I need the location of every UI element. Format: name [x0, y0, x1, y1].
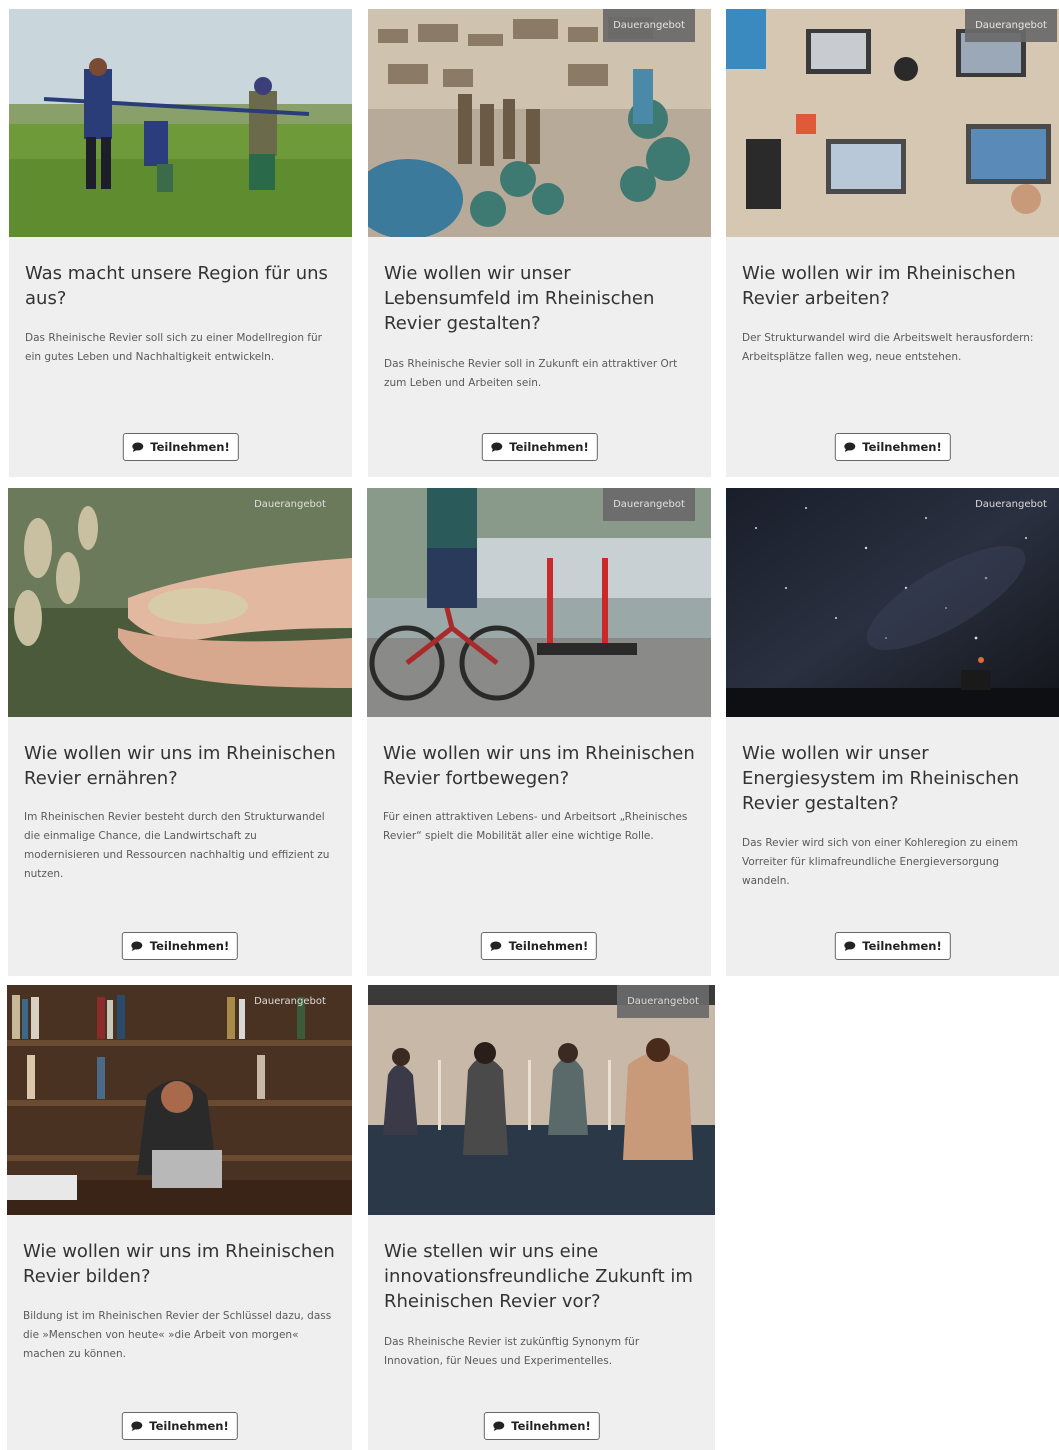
card-title: Was macht unsere Region für uns aus?: [25, 263, 328, 309]
card-region: Was macht unsere Region für uns aus? Das…: [9, 9, 352, 477]
card-title: Wie wollen wir uns im Rheinischen Revier…: [24, 743, 336, 789]
speech-bubble-icon: [843, 941, 855, 951]
card-description: Das Revier wird sich von einer Kohleregi…: [742, 837, 1019, 887]
card-title: Wie wollen wir uns im Rheinischen Revier…: [383, 743, 695, 789]
speech-bubble-icon: [490, 941, 502, 951]
laptops-table-photo[interactable]: Dauerangebot: [726, 9, 1059, 237]
card-nutrition: Dauerangebot Wie wollen wir uns im Rhein…: [8, 488, 352, 976]
vr-headsets-photo[interactable]: Dauerangebot: [368, 985, 715, 1215]
card-title: Wie wollen wir unser Lebensumfeld im Rhe…: [384, 263, 655, 334]
permanent-offer-badge: Dauerangebot: [254, 499, 326, 510]
button-label: Teilnehmen!: [149, 939, 230, 953]
button-label: Teilnehmen!: [149, 1419, 229, 1433]
card-living-environment: Dauerangebot Wie wollen wir unser Lebens…: [368, 9, 711, 477]
city-model-photo[interactable]: Dauerangebot: [368, 9, 711, 237]
speech-bubble-icon: [131, 442, 143, 452]
card-description: Im Rheinischen Revier besteht durch den …: [24, 811, 330, 880]
card-description: Der Strukturwandel wird die Arbeitswelt …: [742, 332, 1034, 363]
permanent-offer-badge: Dauerangebot: [975, 499, 1047, 510]
participate-button[interactable]: Teilnehmen!: [834, 932, 951, 960]
button-label: Teilnehmen!: [511, 1419, 591, 1433]
permanent-offer-badge: Dauerangebot: [617, 985, 709, 1018]
speech-bubble-icon: [843, 442, 855, 452]
participate-button[interactable]: Teilnehmen!: [121, 1412, 238, 1440]
card-work: Dauerangebot Wie wollen wir im Rheinisch…: [726, 9, 1059, 477]
speech-bubble-icon: [130, 1421, 142, 1431]
card-energy: Dauerangebot Wie wollen wir unser Energi…: [726, 488, 1059, 976]
card-title: Wie wollen wir im Rheinischen Revier arb…: [742, 263, 1016, 309]
bike-scooter-photo[interactable]: Dauerangebot: [367, 488, 711, 717]
family-field-photo[interactable]: [9, 9, 352, 237]
card-title: Wie wollen wir uns im Rheinischen Revier…: [23, 1241, 335, 1287]
permanent-offer-badge: Dauerangebot: [603, 488, 695, 521]
participate-button[interactable]: Teilnehmen!: [481, 433, 598, 461]
button-label: Teilnehmen!: [862, 939, 942, 953]
card-description: Bildung ist im Rheinischen Revier der Sc…: [23, 1310, 332, 1360]
card-description: Das Rheinische Revier soll in Zukunft ei…: [384, 358, 678, 389]
library-laptop-photo[interactable]: Dauerangebot: [7, 985, 352, 1215]
permanent-offer-badge: Dauerangebot: [603, 9, 695, 42]
permanent-offer-badge: Dauerangebot: [254, 996, 326, 1007]
participate-button[interactable]: Teilnehmen!: [480, 932, 598, 960]
permanent-offer-badge: Dauerangebot: [965, 9, 1057, 42]
button-label: Teilnehmen!: [508, 939, 589, 953]
button-label: Teilnehmen!: [150, 440, 230, 454]
speech-bubble-icon: [492, 1421, 504, 1431]
participate-button[interactable]: Teilnehmen!: [121, 932, 239, 960]
card-mobility: Dauerangebot Wie wollen wir uns im Rhein…: [367, 488, 711, 976]
card-description: Das Rheinische Revier ist zukünftig Syno…: [384, 1336, 640, 1367]
speech-bubble-icon: [131, 941, 143, 951]
participate-button[interactable]: Teilnehmen!: [122, 433, 239, 461]
card-description: Für einen attraktiven Lebens- und Arbeit…: [383, 811, 688, 842]
button-label: Teilnehmen!: [509, 440, 589, 454]
card-title: Wie stellen wir uns eine innovationsfreu…: [384, 1241, 693, 1312]
card-title: Wie wollen wir unser Energiesystem im Rh…: [742, 743, 1020, 814]
grain-hands-photo[interactable]: Dauerangebot: [8, 488, 352, 717]
participate-button[interactable]: Teilnehmen!: [483, 1412, 600, 1440]
participate-button[interactable]: Teilnehmen!: [834, 433, 951, 461]
card-innovation: Dauerangebot Wie stellen wir uns eine in…: [368, 985, 715, 1450]
card-education: Dauerangebot Wie wollen wir uns im Rhein…: [7, 985, 352, 1450]
button-label: Teilnehmen!: [862, 440, 942, 454]
starry-night-photo[interactable]: Dauerangebot: [726, 488, 1059, 717]
card-description: Das Rheinische Revier soll sich zu einer…: [25, 332, 322, 363]
speech-bubble-icon: [490, 442, 502, 452]
